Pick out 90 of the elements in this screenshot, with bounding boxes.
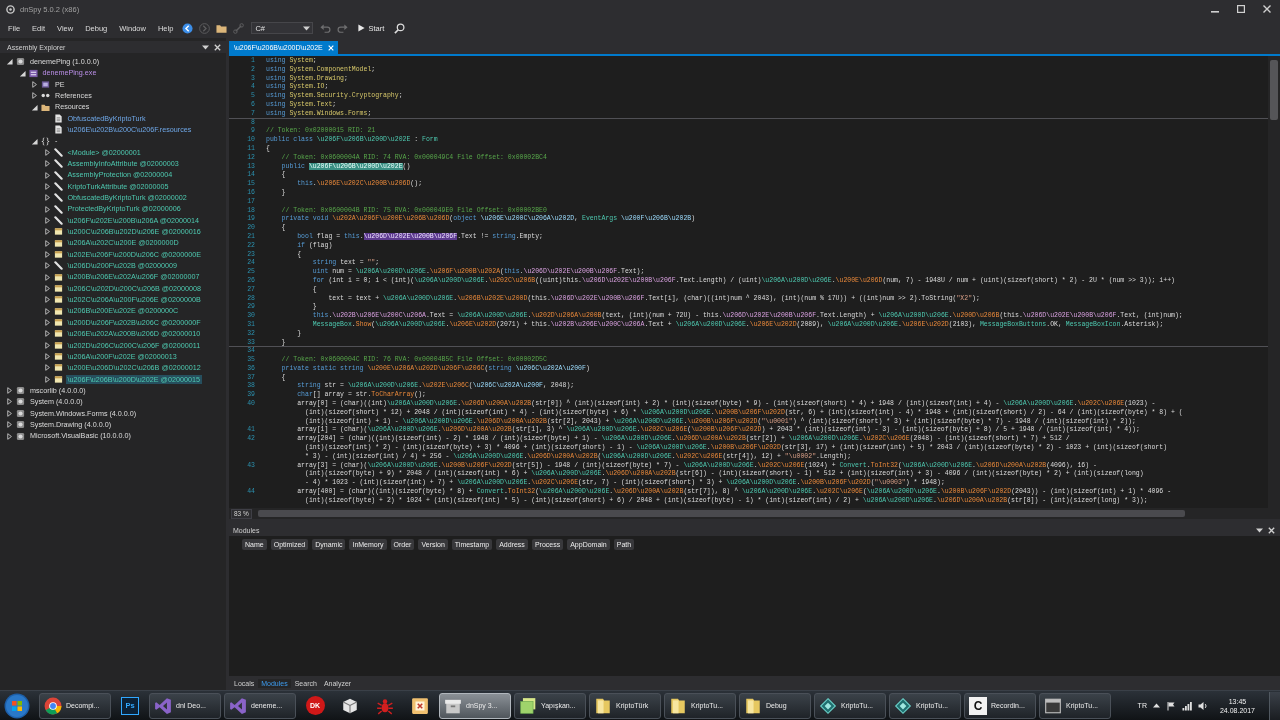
round-logo-icon (44, 696, 62, 715)
ribbon-logo-icon (229, 696, 247, 715)
window-icon (53, 272, 63, 282)
collapsed-arrow-icon[interactable] (43, 160, 51, 168)
ring-dot-icon (6, 4, 15, 14)
folder-icon (744, 696, 762, 715)
circle-tile-icon (16, 420, 25, 430)
circle-tile-icon (16, 386, 25, 396)
collapsed-arrow-icon[interactable] (43, 148, 51, 156)
window-icon (53, 306, 63, 316)
window-icon (53, 340, 63, 350)
start-orb-icon[interactable] (4, 692, 30, 719)
collapsed-arrow-icon[interactable] (43, 296, 51, 304)
cross-tile-icon (411, 696, 429, 715)
collapsed-arrow-icon[interactable] (43, 341, 51, 349)
window-icon (53, 329, 63, 339)
circle-tile-icon (16, 397, 25, 407)
caret-up-icon[interactable] (1152, 703, 1160, 708)
window-icon (1044, 696, 1062, 715)
collapsed-arrow-icon[interactable] (43, 217, 51, 224)
collapsed-arrow-icon[interactable] (43, 182, 51, 190)
collapsed-arrow-icon[interactable] (43, 285, 51, 293)
circle-tile-icon (16, 431, 25, 441)
collapsed-arrow-icon[interactable] (43, 251, 51, 258)
collapsed-arrow-icon[interactable] (43, 205, 51, 213)
window-icon (53, 295, 63, 305)
collapsed-arrow-icon[interactable] (43, 319, 51, 327)
window-icon (53, 284, 63, 294)
search-icon[interactable] (394, 22, 406, 34)
slash-icon (53, 261, 63, 271)
window-icon (53, 238, 63, 248)
caret-icon[interactable] (202, 44, 209, 50)
window-icon (53, 374, 63, 384)
circle-tile-icon (16, 408, 25, 418)
window-icon (53, 363, 63, 373)
expanded-arrow-icon[interactable] (6, 58, 13, 66)
collapsed-arrow-icon[interactable] (6, 421, 13, 429)
square-icon (41, 79, 50, 89)
caret-icon (303, 25, 311, 31)
collapsed-arrow-icon[interactable] (6, 387, 13, 395)
folder-icon (669, 696, 687, 715)
document-icon (53, 125, 63, 135)
bug-icon (376, 696, 394, 715)
window-icon (53, 227, 63, 237)
collapsed-arrow-icon[interactable] (43, 228, 51, 236)
collapsed-arrow-icon[interactable] (43, 330, 51, 338)
collapsed-arrow-icon[interactable] (31, 92, 38, 100)
collapsed-arrow-icon[interactable] (6, 398, 13, 406)
flag-icon[interactable] (1165, 700, 1176, 711)
collapsed-arrow-icon[interactable] (43, 364, 51, 372)
collapsed-arrow-icon[interactable] (43, 353, 51, 361)
close-icon[interactable] (1263, 5, 1271, 13)
back-icon[interactable] (182, 22, 194, 34)
ribbon-logo-icon (154, 696, 172, 715)
cube-icon (341, 696, 359, 715)
speaker-icon[interactable] (1197, 700, 1208, 711)
notes-icon (519, 696, 537, 715)
folder-icon[interactable] (216, 22, 228, 34)
app-logo: C (969, 696, 987, 715)
lined-square-icon (28, 68, 38, 78)
circle-tile-icon (16, 57, 25, 67)
signal-icon[interactable] (1181, 700, 1192, 711)
maximize-icon[interactable] (1237, 5, 1245, 13)
collapsed-arrow-icon[interactable] (6, 432, 13, 440)
vertical-scrollbar[interactable] (1268, 56, 1280, 508)
window-icon (53, 352, 63, 362)
collapsed-arrow-icon[interactable] (31, 80, 38, 88)
diamond-icon (894, 696, 912, 715)
collapsed-arrow-icon[interactable] (43, 171, 51, 179)
caret-icon[interactable] (1256, 527, 1263, 533)
collapsed-arrow-icon[interactable] (43, 273, 51, 281)
collapsed-arrow-icon[interactable] (43, 307, 51, 315)
collapsed-arrow-icon[interactable] (43, 194, 51, 202)
diamond-icon (819, 696, 837, 715)
document-icon (53, 113, 63, 123)
expanded-arrow-icon[interactable] (18, 69, 26, 77)
folder-icon (594, 696, 612, 715)
collapsed-arrow-icon[interactable] (43, 375, 51, 383)
folder-icon (41, 102, 50, 112)
expanded-arrow-icon[interactable] (31, 103, 38, 111)
braces-icon (41, 136, 50, 146)
collapsed-arrow-icon[interactable] (6, 409, 13, 417)
window-icon (53, 318, 63, 328)
close-icon[interactable] (1268, 526, 1275, 534)
collapsed-arrow-icon[interactable] (43, 262, 51, 270)
expanded-arrow-icon[interactable] (31, 137, 38, 145)
play-icon (358, 24, 366, 32)
window-icon (53, 250, 63, 259)
collapsed-arrow-icon[interactable] (43, 239, 51, 247)
close-icon[interactable] (214, 43, 221, 51)
